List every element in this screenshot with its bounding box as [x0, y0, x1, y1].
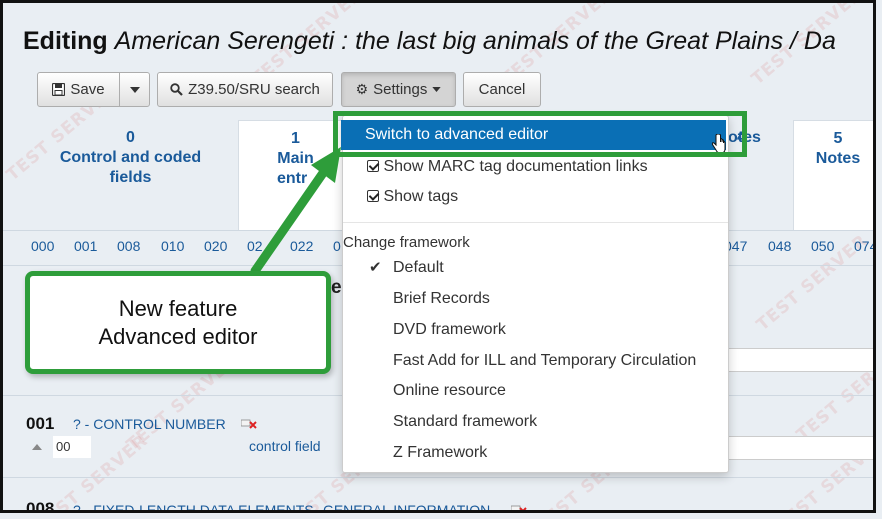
hand-cursor-icon [711, 134, 726, 154]
menu-item-show-marc-doc[interactable]: Show MARC tag documentation links [367, 158, 648, 176]
subfield-code-input[interactable]: 00 [53, 436, 91, 458]
menu-item-label: Show tags [383, 188, 459, 205]
floppy-disk-icon [52, 83, 66, 96]
cancel-label: Cancel [478, 81, 526, 98]
tag-link[interactable]: 001 [74, 238, 97, 254]
gear-icon: ⚙ [355, 81, 369, 97]
subfield-label: control field [249, 438, 321, 454]
tab-number: 0 [126, 129, 135, 146]
field-divider [3, 477, 873, 478]
field-input[interactable] [723, 436, 873, 460]
tab-label: otes [728, 129, 761, 146]
framework-option[interactable]: Online resource [393, 382, 506, 400]
tag-link[interactable]: 048 [768, 238, 791, 254]
save-label: Save [70, 81, 105, 98]
tag-link[interactable]: 000 [31, 238, 54, 254]
caret-down-icon [432, 87, 442, 92]
framework-option[interactable]: DVD framework [393, 321, 506, 339]
editor-window: TEST SERVER TEST SERVER TEST SERVER TEST… [0, 0, 876, 513]
collapse-arrow-icon[interactable] [32, 444, 42, 450]
save-button[interactable]: Save [37, 72, 120, 107]
field-008-doc-link[interactable]: ? - FIXED-LENGTH DATA ELEMENTS--GENERAL … [73, 502, 490, 510]
framework-option[interactable]: Brief Records [393, 290, 490, 308]
field-tag-001: 001 [26, 414, 55, 433]
menu-item-show-tags[interactable]: Show tags [367, 188, 458, 206]
tab-label: Control and coded [59, 149, 202, 166]
tab-label: Notes [815, 150, 861, 167]
menu-item-switch-advanced-editor[interactable]: Switch to advanced editor [341, 120, 726, 150]
tag-link[interactable]: 008 [117, 238, 140, 254]
field-tag-008: 008 [26, 499, 55, 513]
delete-field-icon[interactable] [241, 419, 257, 429]
field-input[interactable] [723, 348, 873, 372]
menu-item-label: Show MARC tag documentation links [383, 158, 648, 175]
z3950-search-button[interactable]: Z39.50/SRU search [157, 72, 333, 107]
field-001-doc-link[interactable]: ? - CONTROL NUMBER [73, 416, 226, 432]
tab-5[interactable]: 5 Notes [793, 120, 873, 230]
framework-option[interactable]: Z Framework [393, 444, 487, 462]
menu-divider [343, 222, 728, 223]
framework-label: Default [393, 259, 444, 276]
framework-option[interactable]: Standard framework [393, 413, 537, 431]
framework-option-default[interactable]: ✔ Default [369, 259, 444, 277]
page-title: Editing American Serengeti : the last bi… [23, 27, 836, 56]
tab-4[interactable]: 4 otes [723, 120, 783, 230]
save-options-toggle[interactable] [119, 72, 150, 107]
search-icon [170, 83, 183, 96]
tag-link[interactable]: 010 [161, 238, 184, 254]
settings-dropdown-menu: Show MARC tag documentation links Show t… [342, 115, 729, 473]
tab-0[interactable]: 0 Control and coded fields [23, 120, 238, 230]
checkbox-checked-icon [367, 190, 379, 202]
z3950-search-label: Z39.50/SRU search [188, 81, 320, 98]
checkmark-icon: ✔ [369, 259, 382, 276]
tag-link[interactable]: 050 [811, 238, 834, 254]
annotation-callout: New feature Advanced editor [25, 271, 331, 374]
annotation-arrow [250, 147, 341, 276]
record-title: American Serengeti : the last big animal… [114, 27, 836, 55]
settings-label: Settings [373, 81, 428, 98]
cancel-button[interactable]: Cancel [463, 72, 541, 107]
page-title-prefix: Editing [23, 27, 108, 55]
tag-link[interactable]: 020 [204, 238, 227, 254]
callout-line: Advanced editor [98, 323, 258, 349]
tab-number: 5 [833, 130, 843, 147]
framework-option[interactable]: Fast Add for ILL and Temporary Circulati… [393, 352, 696, 370]
caret-down-icon [129, 86, 140, 93]
delete-field-icon[interactable] [511, 505, 527, 513]
tag-link[interactable]: 074 [854, 238, 873, 254]
tab-label: fields [109, 169, 152, 186]
menu-item-label: Switch to advanced editor [365, 126, 549, 143]
callout-line: New feature [118, 295, 238, 321]
checkbox-checked-icon [367, 160, 379, 172]
settings-button[interactable]: ⚙ Settings [341, 72, 456, 107]
